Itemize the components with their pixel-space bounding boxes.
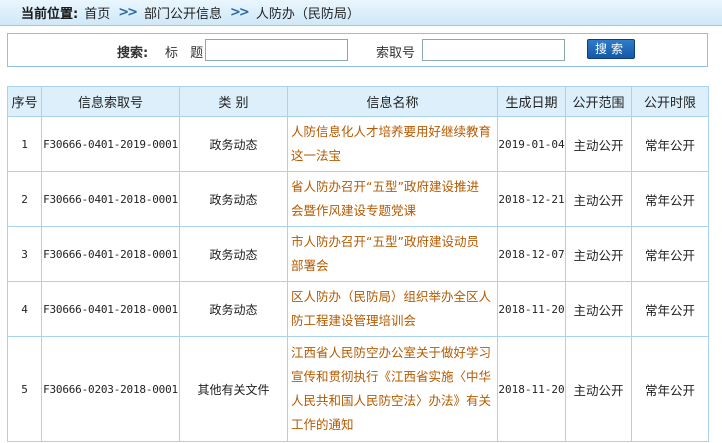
title-search-input[interactable] [205,39,348,61]
col-header-type: 类 别 [179,86,288,117]
search-button[interactable]: 搜索 [587,39,635,59]
row-name-cell: 区人防办（民防局）组织举办全区人防工程建设管理培训会 [287,281,498,337]
row-code: F30666-0401-2019-0001 [41,116,180,172]
col-header-date: 生成日期 [497,86,566,117]
breadcrumb-separator-icon: >> [230,5,250,20]
row-no: 1 [7,116,42,172]
row-scope: 主动公开 [565,171,632,227]
code-field-label: 索取号 [376,46,416,61]
breadcrumb: 当前位置: 首页 >> 部门公开信息 >> 人防办（民防局） [0,0,722,26]
row-code: F30666-0401-2018-0001 [41,171,180,227]
row-title-link[interactable]: 人防信息化人才培养要用好继续教育这一法宝 [291,124,491,163]
row-name-cell: 市人防办召开“五型”政府建设动员部署会 [287,226,498,282]
row-scope: 主动公开 [565,116,632,172]
row-code: F30666-0203-2018-0001 [41,336,180,442]
col-header-code: 信息索取号 [41,86,180,117]
table-row: 3 F30666-0401-2018-0001 政务动态 市人防办召开“五型”政… [7,226,709,282]
search-title: 搜索: [117,46,149,61]
row-no: 4 [7,281,42,337]
breadcrumb-separator-icon: >> [118,5,138,20]
row-title-link[interactable]: 江西省人民防空办公室关于做好学习宣传和贯彻执行《江西省实施〈中华人民共和国人民防… [291,345,491,432]
row-name-cell: 省人防办召开“五型”政府建设推进会暨作风建设专题党课 [287,171,498,227]
code-search-input[interactable] [422,39,565,61]
row-scope: 主动公开 [565,281,632,337]
row-title-link[interactable]: 省人防办召开“五型”政府建设推进会暨作风建设专题党课 [291,179,479,218]
breadcrumb-label: 当前位置: [21,7,79,22]
table-row: 4 F30666-0401-2018-0001 政务动态 区人防办（民防局）组织… [7,281,709,337]
table-header-row: 序号 信息索取号 类 别 信息名称 生成日期 公开范围 公开时限 [7,86,709,117]
row-name-cell: 江西省人民防空办公室关于做好学习宣传和贯彻执行《江西省实施〈中华人民共和国人民防… [287,336,498,442]
row-code: F30666-0401-2018-0001 [41,281,180,337]
row-type: 政务动态 [179,226,288,282]
table-row: 5 F30666-0203-2018-0001 其他有关文件 江西省人民防空办公… [7,336,709,442]
title-field-label: 标 题 [165,46,208,61]
row-name-cell: 人防信息化人才培养要用好继续教育这一法宝 [287,116,498,172]
row-date: 2018-12-07 [497,226,566,282]
row-title-link[interactable]: 市人防办召开“五型”政府建设动员部署会 [291,234,479,273]
row-term: 常年公开 [631,116,709,172]
row-no: 3 [7,226,42,282]
row-type: 政务动态 [179,116,288,172]
row-title-link[interactable]: 区人防办（民防局）组织举办全区人防工程建设管理培训会 [291,289,491,328]
row-date: 2018-11-20 [497,281,566,337]
table-row: 2 F30666-0401-2018-0001 政务动态 省人防办召开“五型”政… [7,171,709,227]
row-date: 2018-11-20 [497,336,566,442]
row-term: 常年公开 [631,336,709,442]
col-header-scope: 公开范围 [565,86,632,117]
row-date: 2019-01-04 [497,116,566,172]
col-header-no: 序号 [7,86,42,117]
info-table: 序号 信息索取号 类 别 信息名称 生成日期 公开范围 公开时限 1 F3066… [7,86,709,442]
row-term: 常年公开 [631,171,709,227]
col-header-term: 公开时限 [631,86,709,117]
row-date: 2018-12-21 [497,171,566,227]
row-type: 政务动态 [179,171,288,227]
col-header-name: 信息名称 [287,86,498,117]
table-row: 1 F30666-0401-2019-0001 政务动态 人防信息化人才培养要用… [7,116,709,172]
row-term: 常年公开 [631,281,709,337]
row-no: 2 [7,171,42,227]
search-panel: 搜索: 标 题 索取号 搜索 [7,33,708,67]
row-type: 政务动态 [179,281,288,337]
breadcrumb-dept-link[interactable]: 部门公开信息 [144,3,222,22]
row-type: 其他有关文件 [179,336,288,442]
breadcrumb-home-link[interactable]: 首页 [84,3,110,22]
row-no: 5 [7,336,42,442]
breadcrumb-current-link[interactable]: 人防办（民防局） [256,3,360,22]
row-term: 常年公开 [631,226,709,282]
row-scope: 主动公开 [565,336,632,442]
row-code: F30666-0401-2018-0001 [41,226,180,282]
row-scope: 主动公开 [565,226,632,282]
